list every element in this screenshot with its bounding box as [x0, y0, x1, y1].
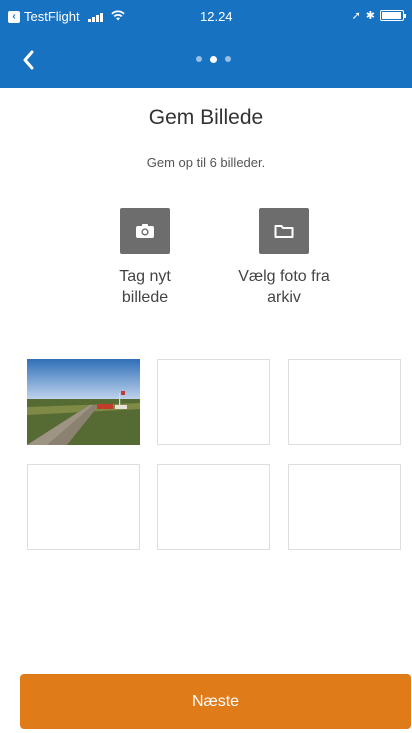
choose-from-archive-button[interactable]: Vælg foto fra arkiv: [214, 208, 354, 308]
photo-slot-empty[interactable]: [157, 359, 270, 445]
photo-slot-empty[interactable]: [288, 359, 401, 445]
bluetooth-icon: ✱: [365, 10, 375, 22]
status-bar: ‹ TestFlight 12.24 ➚ ✱: [0, 0, 412, 34]
status-time: 12.24: [200, 9, 233, 24]
location-icon: ➚: [351, 10, 361, 22]
status-bar-right: ➚ ✱: [351, 9, 406, 22]
signal-strength-icon: [87, 12, 103, 22]
folder-icon: [274, 225, 294, 238]
take-photo-label: Tag nyt billede: [119, 268, 171, 306]
battery-icon: [380, 10, 406, 21]
wifi-icon: [110, 10, 125, 24]
page-subtitle: Gem op til 6 billeder.: [146, 155, 266, 170]
page-dot: [196, 56, 202, 62]
page-dot: [225, 56, 231, 62]
status-bar-left: ‹ TestFlight: [8, 9, 125, 24]
photo-thumbnail: [27, 359, 140, 445]
photo-slot-empty[interactable]: [288, 464, 401, 550]
photo-slot-filled[interactable]: [27, 359, 140, 445]
photo-slot-empty[interactable]: [27, 464, 140, 550]
camera-icon: [136, 224, 154, 238]
page-dot-active: [210, 55, 217, 63]
back-to-app-icon[interactable]: ‹: [8, 10, 20, 23]
chevron-left-icon: [23, 50, 34, 70]
next-button[interactable]: Næste: [20, 674, 411, 729]
nav-bar: [0, 34, 412, 88]
back-button[interactable]: [22, 46, 46, 74]
folder-icon-box: [259, 208, 309, 254]
page-title: Gem Billede: [148, 106, 264, 129]
photo-slot-empty[interactable]: [157, 464, 270, 550]
camera-icon-box: [120, 208, 170, 254]
take-photo-button[interactable]: Tag nyt billede: [75, 208, 215, 308]
choose-from-archive-label: Vælg foto fra arkiv: [238, 268, 330, 306]
page-indicator: [196, 55, 231, 63]
back-to-app-label[interactable]: TestFlight: [24, 9, 80, 24]
